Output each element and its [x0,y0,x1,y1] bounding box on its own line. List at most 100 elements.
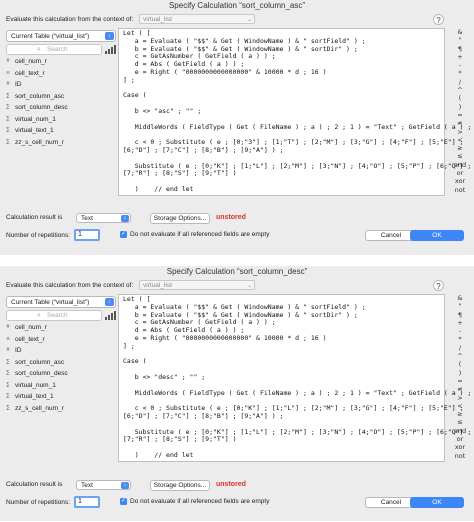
operator-list: & " ¶ + - * / ^() = ≠ > < ≥ ≤ and or xor not [449,28,471,194]
operator-item[interactable]: not [449,186,471,194]
field-search-input[interactable]: ⌕ Search [6,44,102,55]
operator-item[interactable]: not [449,452,471,460]
operator-item[interactable]: xor [449,177,471,185]
operator-item[interactable]: = [449,377,471,385]
ok-button[interactable]: OK [410,496,464,508]
operator-item[interactable]: ) [449,103,471,111]
operator-item[interactable]: ≠ [449,385,471,393]
operator-item[interactable]: > [449,394,471,402]
repetitions-label: Number of repetitions: [6,231,70,239]
operator-item[interactable]: ^ [449,352,471,360]
field-name: sort_column_asc [15,358,65,366]
operator-item[interactable]: * [449,335,471,343]
operator-item[interactable]: ) [449,369,471,377]
storage-options-button[interactable]: Storage Options... [150,212,210,224]
search-icon: ⌕ [37,312,41,319]
help-button[interactable]: ? [433,14,444,25]
operator-item[interactable]: & [449,294,471,302]
field-list-item[interactable]: # ID [0,345,117,357]
field-name: sort_column_desc [15,104,68,111]
function-grip-icon[interactable] [105,311,116,320]
operator-item[interactable]: ≥ [449,144,471,152]
field-search-input[interactable]: ⌕ Search [6,310,102,321]
operator-item[interactable]: + [449,53,471,61]
field-list-item[interactable]: ≡ cell_text_r [0,334,117,346]
operator-item[interactable]: ^ [449,86,471,94]
do-not-evaluate-checkbox[interactable]: ✓ [120,231,127,238]
calculation-dialog-asc: Specify Calculation “sort_column_asc” Ev… [0,0,474,255]
field-list-item[interactable]: # cell_num_r [0,56,117,68]
field-name: virtual_num_1 [15,115,56,123]
storage-options-button[interactable]: Storage Options... [150,479,210,491]
table-select[interactable]: Current Table (“virtual_list”) ↕ [6,30,116,42]
operator-item[interactable]: xor [449,443,471,451]
field-list-item[interactable]: ∑ zz_s_cell_num_r [0,137,117,149]
operator-item[interactable]: and [449,427,471,435]
operator-item[interactable]: ≥ [449,410,471,418]
field-list-item[interactable]: ∑ zz_s_cell_num_r [0,403,117,415]
context-select[interactable]: virtual_list ⌄ [139,14,255,24]
operator-item[interactable]: ¶ [449,311,471,319]
calculation-editor[interactable]: Let ( [ a = Evaluate ( "$$" & Get ( Wind… [118,294,471,462]
operator-list: & " ¶ + - * / ^() = ≠ > < ≥ ≤ and or xor not [449,294,471,460]
field-list-item[interactable]: ∑ sort_column_asc [0,357,117,369]
operator-item[interactable]: and [449,161,471,169]
field-list-item[interactable]: # ID [0,79,117,91]
chevron-down-icon: ⌄ [246,283,252,289]
repetitions-label: Number of repetitions: [6,498,70,506]
operator-item[interactable]: < [449,136,471,144]
field-type-icon: ∑ [6,358,10,365]
field-list-item[interactable]: ∑ virtual_num_1 [0,114,117,126]
context-value: virtual_list [143,282,172,289]
do-not-evaluate-label: Do not evaluate if all referenced fields… [130,498,270,505]
field-list-item[interactable]: ∑ virtual_num_1 [0,380,117,392]
operator-item[interactable]: / [449,344,471,352]
operator-item[interactable]: > [449,128,471,136]
operator-item[interactable]: ( [449,360,471,368]
operator-item[interactable]: " [449,36,471,44]
operator-item[interactable]: ≤ [449,152,471,160]
do-not-evaluate-checkbox[interactable]: ✓ [120,498,127,505]
result-type-select[interactable]: Text ↕ [76,480,131,490]
result-type-value: Text [81,215,93,222]
repetitions-input[interactable]: 1 [74,228,100,241]
table-select[interactable]: Current Table (“virtual_list”) ↕ [6,296,116,308]
field-list-item[interactable]: ∑ virtual_text_1 [0,391,117,403]
context-label: Evaluate this calculation from the conte… [6,16,134,23]
operator-item[interactable]: = [449,111,471,119]
help-button[interactable]: ? [433,280,444,291]
operator-item[interactable]: - [449,327,471,335]
field-list-item[interactable]: # cell_num_r [0,322,117,334]
field-type-icon: ∑ [6,404,10,411]
ok-button[interactable]: OK [410,229,464,241]
operator-item[interactable]: or [449,169,471,177]
field-list-item[interactable]: ∑ virtual_text_1 [0,125,117,137]
function-grip-icon[interactable] [105,45,116,54]
field-type-icon: # [6,81,10,87]
field-type-icon: ∑ [6,92,10,99]
calculation-editor[interactable]: Let ( [ a = Evaluate ( "$$" & Get ( Wind… [118,28,471,196]
operator-item[interactable]: " [449,302,471,310]
result-type-select[interactable]: Text ↕ [76,213,131,223]
field-type-icon: ∑ [6,370,10,376]
operator-item[interactable]: ¶ [449,45,471,53]
field-list-item[interactable]: ∑ sort_column_asc [0,91,117,103]
calculation-line: ] ; [123,75,135,84]
field-list-item[interactable]: ≡ cell_text_r [0,68,117,80]
operator-item[interactable]: * [449,69,471,77]
repetitions-input[interactable]: 1 [74,495,100,508]
operator-item[interactable]: ≠ [449,119,471,127]
operator-item[interactable]: - [449,61,471,69]
field-list-item[interactable]: ∑ sort_column_desc [0,368,117,380]
operator-item[interactable]: & [449,28,471,36]
operator-item[interactable]: + [449,319,471,327]
operator-item[interactable]: or [449,435,471,443]
operator-item[interactable]: < [449,402,471,410]
calculation-line: ] ; [123,341,135,350]
operator-item[interactable]: / [449,78,471,86]
field-list-item[interactable]: ∑ sort_column_desc [0,102,117,114]
operator-item[interactable]: ( [449,94,471,102]
context-select[interactable]: virtual_list ⌄ [139,280,255,290]
operator-item[interactable]: ≤ [449,418,471,426]
field-type-icon: ∑ [6,381,10,388]
